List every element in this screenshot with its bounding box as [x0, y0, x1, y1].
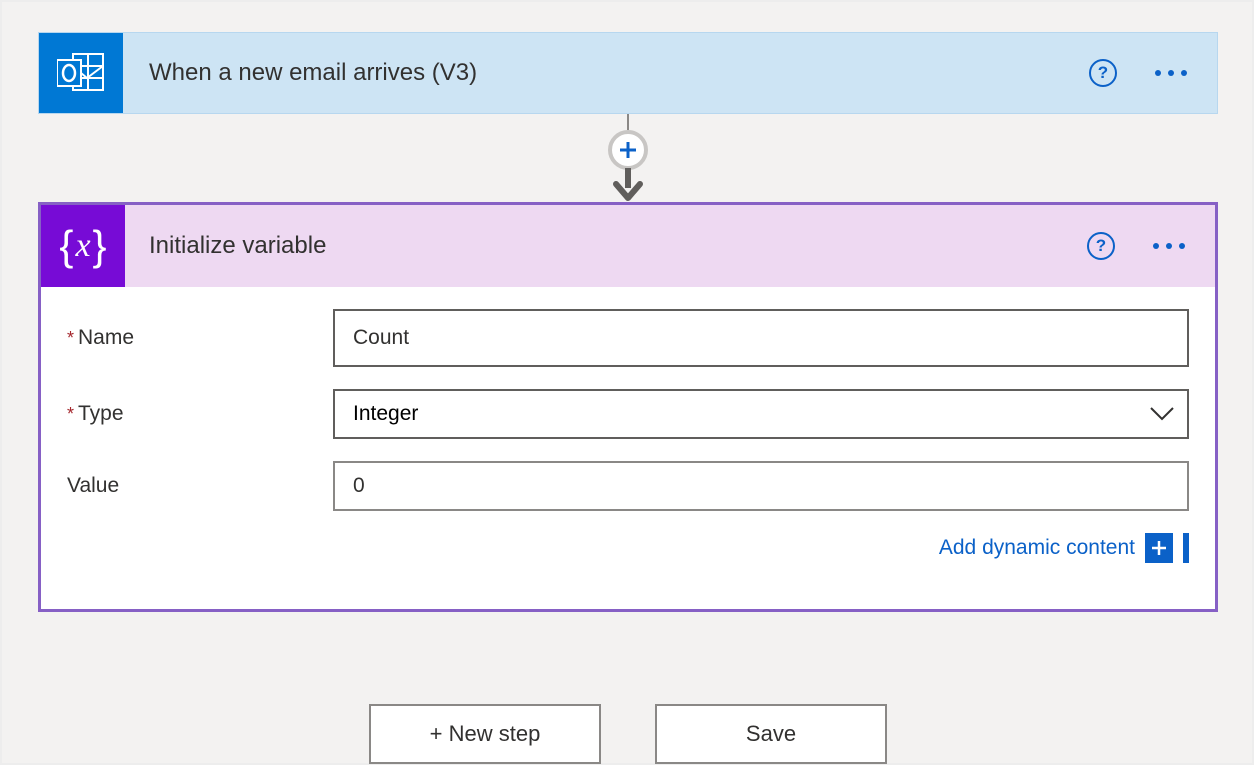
variable-icon: {x} [41, 205, 125, 287]
add-dynamic-content-link[interactable]: Add dynamic content [939, 536, 1135, 560]
outlook-icon [39, 33, 123, 113]
action-header[interactable]: {x} Initialize variable ? [41, 205, 1215, 287]
connector-line [627, 114, 629, 130]
type-label: * Type [67, 402, 333, 426]
more-menu-icon[interactable] [1151, 243, 1187, 249]
action-card: {x} Initialize variable ? * Name * Type [38, 202, 1218, 612]
type-select[interactable]: Integer [333, 389, 1189, 439]
required-star: * [67, 328, 74, 349]
trigger-title: When a new email arrives (V3) [149, 59, 1089, 87]
arrow-down-icon [608, 168, 648, 202]
dynamic-content-row: Add dynamic content [67, 533, 1189, 591]
more-menu-icon[interactable] [1153, 70, 1189, 76]
action-title: Initialize variable [149, 232, 1087, 260]
value-input[interactable] [333, 461, 1189, 511]
action-controls: ? [1087, 232, 1187, 260]
connector [38, 114, 1218, 202]
field-row-name: * Name [67, 309, 1189, 367]
name-label: * Name [67, 326, 333, 350]
name-input[interactable] [333, 309, 1189, 367]
field-row-value: Value [67, 461, 1189, 511]
action-body: * Name * Type Integer Value [41, 287, 1215, 609]
new-step-button[interactable]: + New step [369, 704, 601, 764]
flow-designer-canvas: When a new email arrives (V3) ? {x} Init… [0, 0, 1254, 765]
type-value: Integer [353, 402, 418, 426]
dynamic-content-plus-button[interactable] [1145, 533, 1173, 563]
help-icon[interactable]: ? [1089, 59, 1117, 87]
save-button[interactable]: Save [655, 704, 887, 764]
trigger-controls: ? [1089, 59, 1189, 87]
trigger-card[interactable]: When a new email arrives (V3) ? [38, 32, 1218, 114]
insert-step-button[interactable] [608, 130, 648, 170]
field-row-type: * Type Integer [67, 389, 1189, 439]
value-label: Value [67, 474, 333, 498]
bottom-button-row: + New step Save [38, 704, 1218, 764]
dynamic-content-flyout-handle[interactable] [1183, 533, 1189, 563]
required-star: * [67, 404, 74, 425]
help-icon[interactable]: ? [1087, 232, 1115, 260]
